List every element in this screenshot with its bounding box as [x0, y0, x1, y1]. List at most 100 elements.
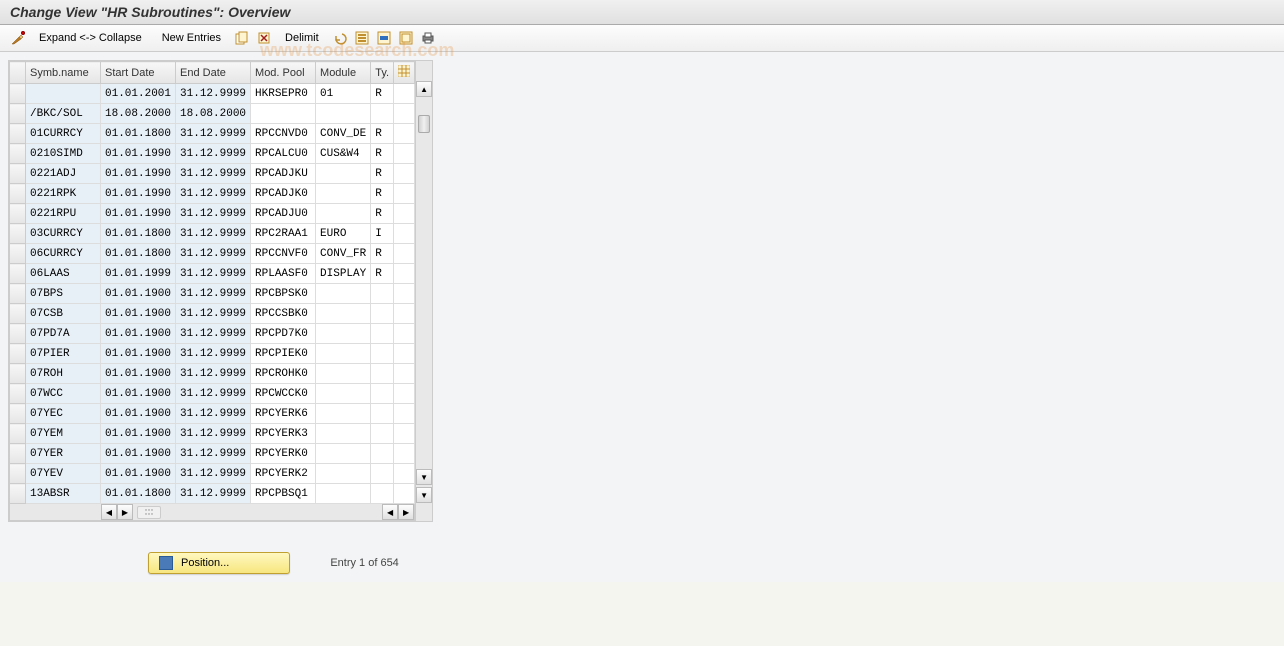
- cell-start[interactable]: 01.01.1800: [101, 224, 176, 244]
- expand-collapse-button[interactable]: Expand <-> Collapse: [32, 29, 149, 47]
- cell-start[interactable]: 01.01.1800: [101, 484, 176, 504]
- scroll-thumb[interactable]: [418, 115, 430, 133]
- cell-start[interactable]: 01.01.1990: [101, 144, 176, 164]
- cell-ty[interactable]: R: [371, 244, 394, 264]
- cell-symb[interactable]: 07YER: [26, 444, 101, 464]
- cell-modpool[interactable]: RPCBPSK0: [251, 284, 316, 304]
- col-header-symb[interactable]: Symb.name: [26, 62, 101, 84]
- cell-end[interactable]: 31.12.9999: [176, 264, 251, 284]
- row-selector[interactable]: [10, 284, 26, 304]
- cell-end[interactable]: 31.12.9999: [176, 204, 251, 224]
- cell-ty[interactable]: [371, 344, 394, 364]
- cell-modpool[interactable]: RPCYERK0: [251, 444, 316, 464]
- cell-start[interactable]: 01.01.2001: [101, 84, 176, 104]
- scroll-right-button[interactable]: ▶: [117, 504, 133, 520]
- cell-symb[interactable]: 0210SIMD: [26, 144, 101, 164]
- cell-end[interactable]: 18.08.2000: [176, 104, 251, 124]
- table-row[interactable]: 01CURRCY01.01.180031.12.9999RPCCNVD0CONV…: [10, 124, 415, 144]
- cell-symb[interactable]: 07CSB: [26, 304, 101, 324]
- cell-end[interactable]: 31.12.9999: [176, 184, 251, 204]
- cell-module[interactable]: [316, 424, 371, 444]
- col-header-start[interactable]: Start Date: [101, 62, 176, 84]
- cell-symb[interactable]: [26, 84, 101, 104]
- cell-ty[interactable]: R: [371, 84, 394, 104]
- table-row[interactable]: 06LAAS01.01.199931.12.9999RPLAASF0DISPLA…: [10, 264, 415, 284]
- table-row[interactable]: 07YEC01.01.190031.12.9999RPCYERK6: [10, 404, 415, 424]
- table-row[interactable]: 0221RPU01.01.199031.12.9999RPCADJU0R: [10, 204, 415, 224]
- cell-ty[interactable]: R: [371, 164, 394, 184]
- cell-ty[interactable]: [371, 464, 394, 484]
- cell-start[interactable]: 01.01.1900: [101, 324, 176, 344]
- row-selector[interactable]: [10, 184, 26, 204]
- row-selector[interactable]: [10, 344, 26, 364]
- table-row[interactable]: 07ROH01.01.190031.12.9999RPCROHK0: [10, 364, 415, 384]
- cell-end[interactable]: 31.12.9999: [176, 224, 251, 244]
- cell-start[interactable]: 01.01.1900: [101, 464, 176, 484]
- cell-ty[interactable]: [371, 484, 394, 504]
- scroll-down-button-2[interactable]: ▼: [416, 487, 432, 503]
- row-selector[interactable]: [10, 224, 26, 244]
- row-selector[interactable]: [10, 244, 26, 264]
- col-header-ty[interactable]: Ty.: [371, 62, 394, 84]
- cell-symb[interactable]: 07PIER: [26, 344, 101, 364]
- cell-module[interactable]: [316, 444, 371, 464]
- cell-module[interactable]: [316, 324, 371, 344]
- row-selector[interactable]: [10, 444, 26, 464]
- cell-module[interactable]: [316, 204, 371, 224]
- cell-ty[interactable]: [371, 364, 394, 384]
- cell-symb[interactable]: 07ROH: [26, 364, 101, 384]
- cell-end[interactable]: 31.12.9999: [176, 364, 251, 384]
- row-selector[interactable]: [10, 404, 26, 424]
- table-row[interactable]: 06CURRCY01.01.180031.12.9999RPCCNVF0CONV…: [10, 244, 415, 264]
- cell-module[interactable]: [316, 464, 371, 484]
- cell-start[interactable]: 01.01.1900: [101, 384, 176, 404]
- cell-module[interactable]: CONV_FR: [316, 244, 371, 264]
- cell-ty[interactable]: [371, 384, 394, 404]
- cell-symb[interactable]: 06CURRCY: [26, 244, 101, 264]
- cell-start[interactable]: 01.01.1900: [101, 404, 176, 424]
- row-selector[interactable]: [10, 264, 26, 284]
- table-row[interactable]: 03CURRCY01.01.180031.12.9999RPC2RAA1EURO…: [10, 224, 415, 244]
- cell-start[interactable]: 01.01.1800: [101, 124, 176, 144]
- cell-start[interactable]: 01.01.1900: [101, 424, 176, 444]
- cell-module[interactable]: [316, 364, 371, 384]
- cell-module[interactable]: [316, 404, 371, 424]
- cell-module[interactable]: [316, 164, 371, 184]
- cell-module[interactable]: 01: [316, 84, 371, 104]
- cell-end[interactable]: 31.12.9999: [176, 444, 251, 464]
- cell-modpool[interactable]: RPCADJK0: [251, 184, 316, 204]
- cell-module[interactable]: CONV_DE: [316, 124, 371, 144]
- table-row[interactable]: 07PIER01.01.190031.12.9999RPCPIEK0: [10, 344, 415, 364]
- cell-module[interactable]: [316, 284, 371, 304]
- table-row[interactable]: 07PD7A01.01.190031.12.9999RPCPD7K0: [10, 324, 415, 344]
- cell-end[interactable]: 31.12.9999: [176, 404, 251, 424]
- cell-ty[interactable]: I: [371, 224, 394, 244]
- table-row[interactable]: 0221ADJ01.01.199031.12.9999RPCADJKUR: [10, 164, 415, 184]
- cell-symb[interactable]: 03CURRCY: [26, 224, 101, 244]
- cell-end[interactable]: 31.12.9999: [176, 144, 251, 164]
- cell-modpool[interactable]: RPCYERK2: [251, 464, 316, 484]
- cell-ty[interactable]: R: [371, 264, 394, 284]
- cell-modpool[interactable]: RPCADJU0: [251, 204, 316, 224]
- cell-ty[interactable]: R: [371, 204, 394, 224]
- cell-modpool[interactable]: RPCALCU0: [251, 144, 316, 164]
- delete-icon[interactable]: [256, 30, 272, 46]
- cell-start[interactable]: 01.01.1900: [101, 444, 176, 464]
- cell-ty[interactable]: [371, 284, 394, 304]
- cell-symb[interactable]: 07WCC: [26, 384, 101, 404]
- scroll-up-button[interactable]: ▲: [416, 81, 432, 97]
- scroll-right-end-button[interactable]: ▶: [398, 504, 414, 520]
- row-selector[interactable]: [10, 324, 26, 344]
- cell-modpool[interactable]: RPCPBSQ1: [251, 484, 316, 504]
- cell-start[interactable]: 01.01.1900: [101, 304, 176, 324]
- cell-symb[interactable]: 06LAAS: [26, 264, 101, 284]
- row-selector[interactable]: [10, 84, 26, 104]
- new-entries-button[interactable]: New Entries: [155, 29, 228, 47]
- cell-end[interactable]: 31.12.9999: [176, 84, 251, 104]
- select-block-icon[interactable]: [376, 30, 392, 46]
- cell-start[interactable]: 01.01.1800: [101, 244, 176, 264]
- cell-modpool[interactable]: RPCYERK3: [251, 424, 316, 444]
- cell-end[interactable]: 31.12.9999: [176, 324, 251, 344]
- row-selector[interactable]: [10, 164, 26, 184]
- cell-ty[interactable]: R: [371, 124, 394, 144]
